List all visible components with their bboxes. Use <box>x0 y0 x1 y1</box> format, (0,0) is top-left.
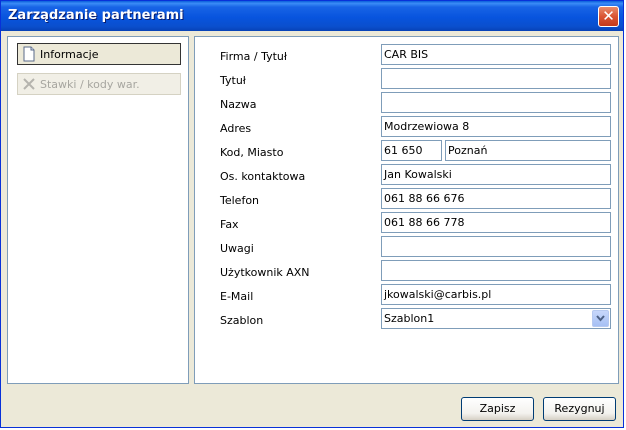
nazwa-label: Nazwa <box>220 98 257 111</box>
tytul-label: Tytuł <box>220 74 246 87</box>
dropdown-button[interactable] <box>592 310 609 327</box>
title-bar[interactable]: Zarządzanie partnerami ✕ <box>1 1 623 31</box>
document-icon <box>23 46 35 62</box>
adres-label: Adres <box>220 122 252 135</box>
navigation-panel: Informacje Stawki / kody war. <box>7 36 189 384</box>
dialog-window: Zarządzanie partnerami ✕ Informacje Staw… <box>0 0 624 428</box>
fax-label: Fax <box>220 218 239 231</box>
nav-item-informacje[interactable]: Informacje <box>17 43 181 65</box>
kod-input[interactable]: 61 650 <box>381 140 442 161</box>
firma-label: Firma / Tytuł <box>220 50 287 63</box>
firma-input[interactable]: CAR BIS <box>381 44 611 65</box>
window-title: Zarządzanie partnerami <box>8 8 184 23</box>
szablon-value: Szablon1 <box>384 312 435 325</box>
kontakt-label: Os. kontaktowa <box>220 170 306 183</box>
telefon-label: Telefon <box>220 194 260 207</box>
save-button[interactable]: Zapisz <box>461 397 534 421</box>
uwagi-label: Uwagi <box>220 242 254 255</box>
close-icon: ✕ <box>602 7 615 25</box>
email-label: E-Mail <box>220 290 254 303</box>
uwagi-input[interactable] <box>381 236 611 257</box>
uzytkownik-input[interactable] <box>381 260 611 281</box>
kod-miasto-label: Kod, Miasto <box>220 146 284 159</box>
chevron-down-icon <box>596 315 605 322</box>
nav-item-label: Informacje <box>40 47 99 61</box>
close-button[interactable]: ✕ <box>598 6 619 27</box>
kontakt-input[interactable]: Jan Kowalski <box>381 164 611 185</box>
form-panel: Firma / Tytuł CAR BIS Tytuł Nazwa Adres … <box>194 36 619 384</box>
szablon-select[interactable]: Szablon1 <box>381 308 611 329</box>
szablon-label: Szablon <box>220 314 264 327</box>
adres-input[interactable]: Modrzewiowa 8 <box>381 116 611 137</box>
cross-icon <box>23 78 35 90</box>
uzytkownik-label: Użytkownik AXN <box>220 266 310 279</box>
fax-input[interactable]: 061 88 66 778 <box>381 212 611 233</box>
tytul-input[interactable] <box>381 68 611 89</box>
nazwa-input[interactable] <box>381 92 611 113</box>
email-input[interactable]: jkowalski@carbis.pl <box>381 284 611 305</box>
nav-item-stawki[interactable]: Stawki / kody war. <box>17 73 181 95</box>
telefon-input[interactable]: 061 88 66 676 <box>381 188 611 209</box>
nav-item-label: Stawki / kody war. <box>40 77 140 91</box>
cancel-button[interactable]: Rezygnuj <box>543 397 616 421</box>
miasto-input[interactable]: Poznań <box>445 140 611 161</box>
